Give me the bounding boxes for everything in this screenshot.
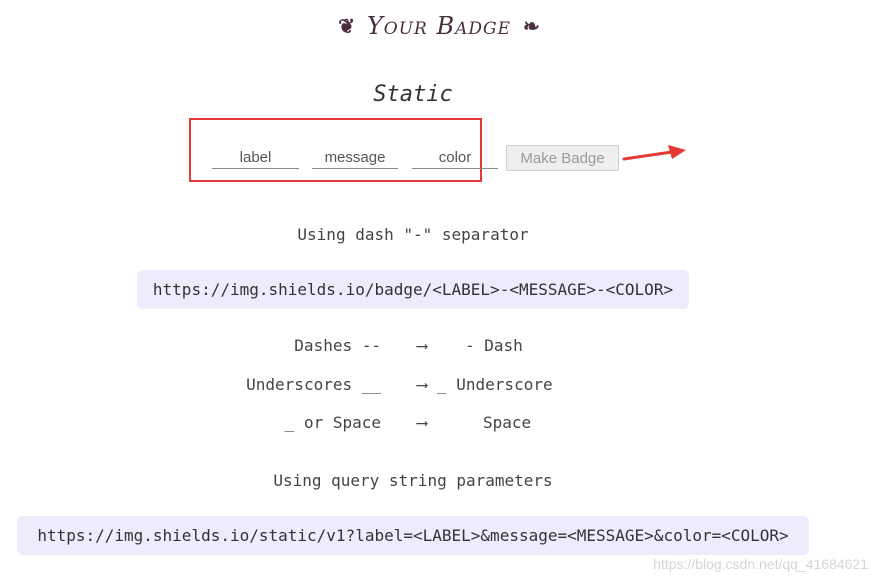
annotation-arrow-icon [622, 145, 686, 161]
static-url-text: https://img.shields.io/static/v1?label=<… [37, 526, 789, 545]
static-section-title: Static [373, 82, 453, 107]
left-ornament-icon: ❦ [338, 14, 355, 38]
brand-header: ❦ Your Badge ❧ [0, 8, 878, 44]
badge-url-code: https://img.shields.io/badge/<LABEL>-<ME… [137, 270, 689, 309]
escape-row-space-from: _ or Space [284, 413, 381, 432]
message-input[interactable] [312, 146, 398, 169]
make-badge-button[interactable]: Make Badge [506, 145, 619, 171]
static-url-code: https://img.shields.io/static/v1?label=<… [17, 516, 809, 555]
color-input[interactable] [412, 146, 498, 169]
escape-row-dashes-to: - Dash [465, 336, 523, 355]
label-input[interactable] [212, 146, 299, 169]
escape-row-dashes-from: Dashes -- [294, 336, 381, 355]
watermark: https://blog.csdn.net/qq_41684621 [653, 556, 868, 572]
right-ornament-icon: ❧ [523, 14, 540, 38]
right-arrow-icon: ⟶ [417, 413, 427, 432]
query-params-heading: Using query string parameters [273, 471, 553, 490]
escape-row-underscores-to: _ Underscore [437, 375, 553, 394]
page-title: Your Badge [366, 12, 512, 40]
right-arrow-icon: ⟶ [417, 336, 427, 355]
escape-row-space-to: Space [483, 413, 532, 432]
dash-separator-heading: Using dash "-" separator [297, 225, 529, 244]
right-arrow-icon: ⟶ [417, 375, 427, 394]
escape-row-underscores-from: Underscores __ [246, 375, 381, 394]
badge-url-text: https://img.shields.io/badge/<LABEL>-<ME… [152, 280, 674, 299]
